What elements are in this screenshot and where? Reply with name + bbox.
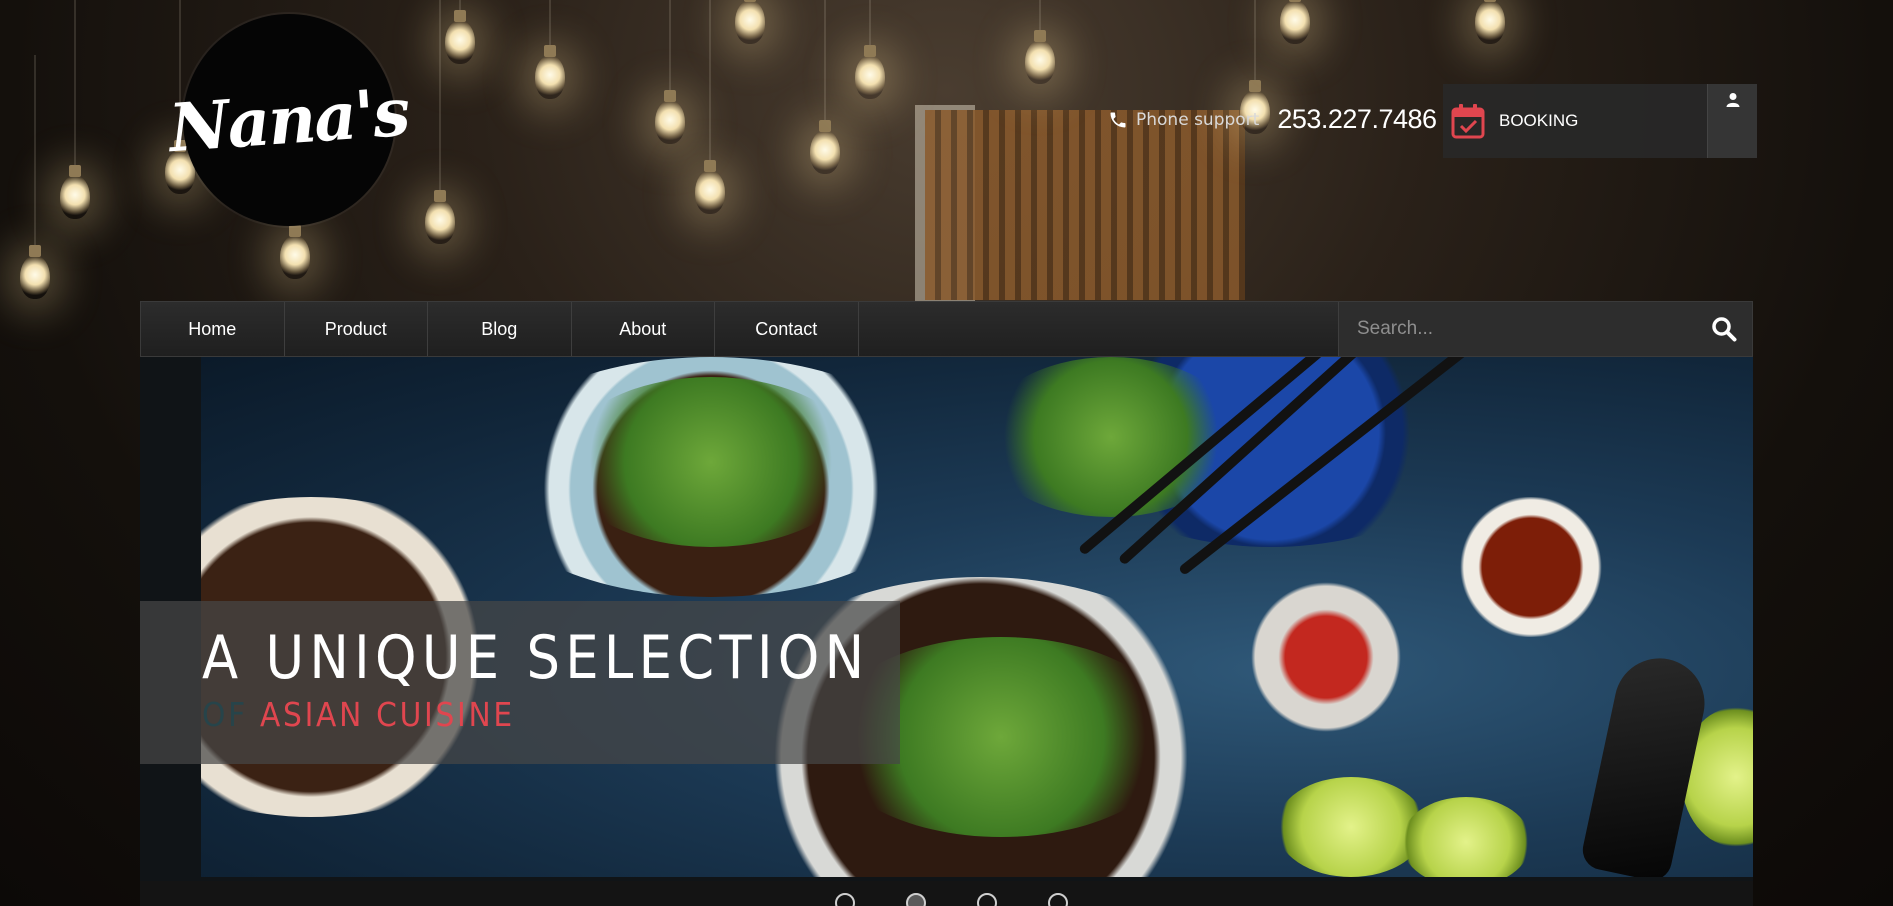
nav-item-blog[interactable]: Blog bbox=[428, 302, 572, 356]
slider-dot-1[interactable] bbox=[835, 893, 855, 906]
food-garnish bbox=[561, 377, 861, 547]
hero-slider: A UNIQUE SELECTION OF ASIAN CUISINE bbox=[140, 357, 1753, 906]
calendar-check-icon bbox=[1451, 104, 1485, 139]
background-bulb bbox=[735, 0, 765, 44]
user-account-button[interactable] bbox=[1707, 84, 1757, 158]
logo-text: Nana's bbox=[166, 72, 412, 168]
chili-dish bbox=[1216, 577, 1436, 737]
search-box bbox=[1338, 302, 1752, 356]
background-bulb bbox=[425, 190, 455, 244]
logo[interactable]: Nana's bbox=[167, 14, 411, 226]
background-bulb bbox=[1280, 0, 1310, 44]
search-input[interactable] bbox=[1339, 302, 1696, 356]
background-bulb bbox=[535, 45, 565, 99]
booking-label: BOOKING bbox=[1499, 111, 1579, 130]
phone-support-label: Phone support bbox=[1136, 109, 1260, 130]
booking-box: BOOKING bbox=[1443, 84, 1757, 158]
slide-title: A UNIQUE SELECTION bbox=[202, 623, 870, 693]
slide-caption: A UNIQUE SELECTION OF ASIAN CUISINE bbox=[140, 601, 900, 764]
slider-dot-3[interactable] bbox=[977, 893, 997, 906]
lime-slice bbox=[1401, 797, 1531, 877]
nav-item-contact[interactable]: Contact bbox=[715, 302, 859, 356]
slider-dot-4[interactable] bbox=[1048, 893, 1068, 906]
background-bulb bbox=[445, 10, 475, 64]
user-icon bbox=[1726, 93, 1739, 107]
slider-dot-2[interactable] bbox=[906, 893, 926, 906]
search-button[interactable] bbox=[1696, 302, 1752, 356]
background-wood-wall bbox=[925, 110, 1245, 300]
background-bulb bbox=[695, 160, 725, 214]
booking-button[interactable]: BOOKING bbox=[1443, 84, 1707, 158]
background-bulb bbox=[60, 165, 90, 219]
sauce-dish bbox=[1431, 497, 1631, 637]
nav-item-about[interactable]: About bbox=[572, 302, 715, 356]
background-bulb bbox=[855, 45, 885, 99]
search-icon bbox=[1712, 317, 1737, 342]
background-bulb bbox=[655, 90, 685, 144]
slide-subtitle: OF ASIAN CUISINE bbox=[202, 693, 830, 737]
slide-subtitle-prefix: OF bbox=[202, 695, 248, 734]
background-bulb bbox=[1025, 30, 1055, 84]
background-bulb bbox=[280, 225, 310, 279]
background-bulb bbox=[20, 245, 50, 299]
background-bulb bbox=[810, 120, 840, 174]
phone-number[interactable]: 253.227.7486 bbox=[1277, 104, 1437, 135]
background-bulb bbox=[1475, 0, 1505, 44]
slider-pagination bbox=[140, 881, 1753, 906]
main-nav: Home Product Blog About Contact bbox=[140, 301, 1753, 357]
phone-icon bbox=[1110, 112, 1126, 127]
nav-item-home[interactable]: Home bbox=[141, 302, 285, 356]
nav-item-product[interactable]: Product bbox=[285, 302, 428, 356]
slide-subtitle-accent: ASIAN CUISINE bbox=[260, 695, 515, 734]
phone-support: Phone support 253.227.7486 bbox=[1108, 104, 1437, 135]
